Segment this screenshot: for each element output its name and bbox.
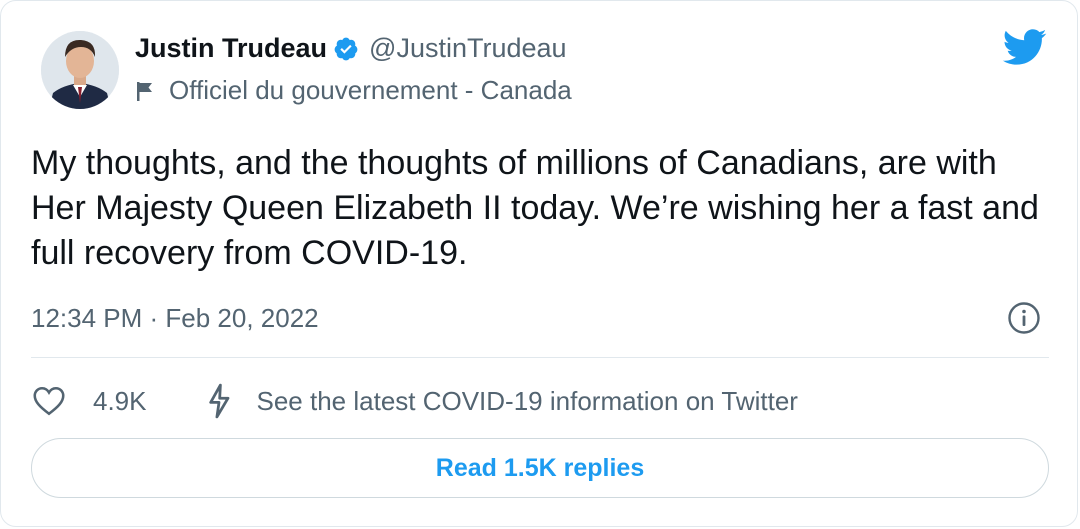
avatar[interactable] (41, 31, 119, 109)
twitter-bird-icon[interactable] (1001, 27, 1047, 67)
tweet-card: Justin Trudeau @JustinTrudeau Officiel d… (0, 0, 1078, 527)
like-count[interactable]: 4.9K (93, 386, 147, 417)
government-label: Officiel du gouvernement - Canada (135, 75, 572, 106)
covid-info-link[interactable]: See the latest COVID-19 information on T… (257, 386, 798, 417)
tweet-text: My thoughts, and the thoughts of million… (31, 144, 1039, 272)
avatar-photo (41, 31, 119, 109)
divider (31, 357, 1049, 358)
flag-icon (137, 81, 152, 101)
info-icon[interactable] (1007, 301, 1041, 335)
author-handle[interactable]: @JustinTrudeau (369, 33, 567, 64)
read-replies-button[interactable]: Read 1.5K replies (31, 438, 1049, 498)
tweet-timestamp[interactable]: 12:34 PM · Feb 20, 2022 (31, 303, 319, 334)
lightning-icon (208, 383, 229, 419)
heart-icon[interactable] (31, 383, 67, 419)
verified-badge-icon (333, 36, 359, 62)
author-display-name[interactable]: Justin Trudeau (135, 33, 327, 64)
action-bar: 4.9K See the latest COVID-19 information… (31, 381, 798, 421)
author-header: Justin Trudeau @JustinTrudeau (135, 33, 567, 64)
government-label-text: Officiel du gouvernement - Canada (169, 75, 572, 105)
